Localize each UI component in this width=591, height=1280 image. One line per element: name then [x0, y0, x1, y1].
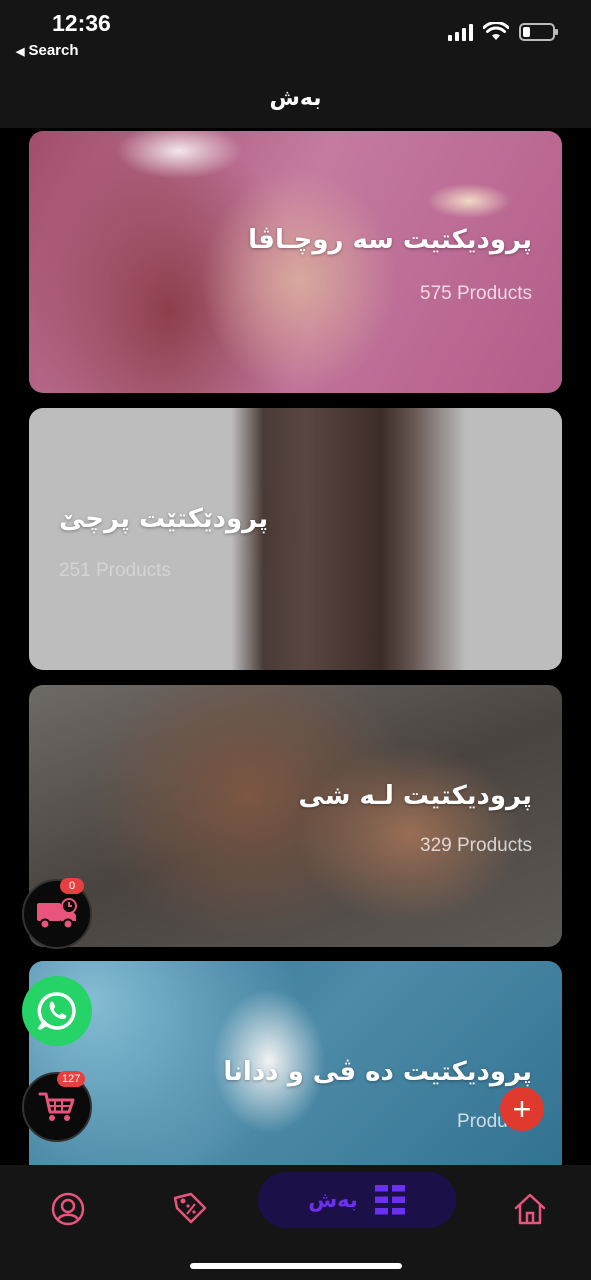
discount-tags-icon — [173, 1192, 207, 1224]
category-card-face[interactable]: پرودیکتیت سه روچـاڤا 575 Products — [29, 131, 562, 393]
bottom-navigation: بەش — [0, 1165, 591, 1280]
nav-profile[interactable] — [38, 1179, 98, 1239]
status-time: 12:36 — [52, 10, 111, 36]
cart-badge: 127 — [57, 1071, 86, 1087]
delivery-tracking-button[interactable]: 0 — [22, 878, 92, 949]
nav-categories[interactable]: بەش — [258, 1172, 456, 1228]
plus-icon: + — [512, 1091, 532, 1127]
category-image-face — [29, 131, 562, 393]
whatsapp-button[interactable] — [22, 976, 92, 1046]
back-search-label: Search — [28, 42, 79, 59]
cellular-signal-icon — [448, 23, 473, 41]
delivery-badge: 0 — [60, 878, 84, 894]
battery-icon — [519, 23, 558, 41]
category-title: پرودیکتیت سه روچـاڤا — [248, 225, 532, 255]
grid-icon — [374, 1185, 405, 1215]
nav-home[interactable] — [500, 1179, 560, 1239]
category-title: پرودێکتێت پرچێ — [59, 504, 269, 534]
category-card-body[interactable]: پرودیکتیت لـه شی 329 Products — [29, 685, 562, 947]
back-to-search-link[interactable]: ◀ Search — [16, 42, 79, 59]
shopping-cart-icon — [38, 1092, 75, 1121]
category-count: 251 Products — [59, 560, 171, 581]
category-image-body — [29, 685, 562, 947]
category-title: پرودیکتیت ده ڤی و ددانا — [223, 1057, 532, 1087]
category-count: 575 Products — [420, 283, 532, 304]
delivery-truck-icon — [37, 898, 77, 930]
page-title: بەش — [269, 85, 322, 111]
nav-offers[interactable] — [160, 1179, 220, 1239]
category-image-hair — [29, 408, 562, 670]
profile-icon — [51, 1192, 85, 1226]
status-bar: 12:36 ◀ Search — [0, 0, 591, 68]
page-header: بەش — [0, 68, 591, 128]
whatsapp-icon — [37, 992, 76, 1030]
wifi-icon — [483, 22, 509, 40]
category-card-dental[interactable]: پرودیکتیت ده ڤی و ددانا Products — [29, 961, 562, 1165]
back-arrow-icon: ◀ — [16, 46, 25, 58]
home-icon — [514, 1193, 546, 1225]
category-card-hair[interactable]: پرودێکتێت پرچێ 251 Products — [29, 408, 562, 670]
nav-categories-label: بەش — [308, 1188, 358, 1212]
category-title: پرودیکتیت لـه شی — [298, 781, 532, 811]
cart-button[interactable]: 127 — [22, 1071, 92, 1142]
category-count: 329 Products — [420, 835, 532, 856]
home-indicator — [190, 1263, 402, 1269]
status-icons — [448, 22, 558, 42]
add-button[interactable]: + — [500, 1087, 544, 1131]
